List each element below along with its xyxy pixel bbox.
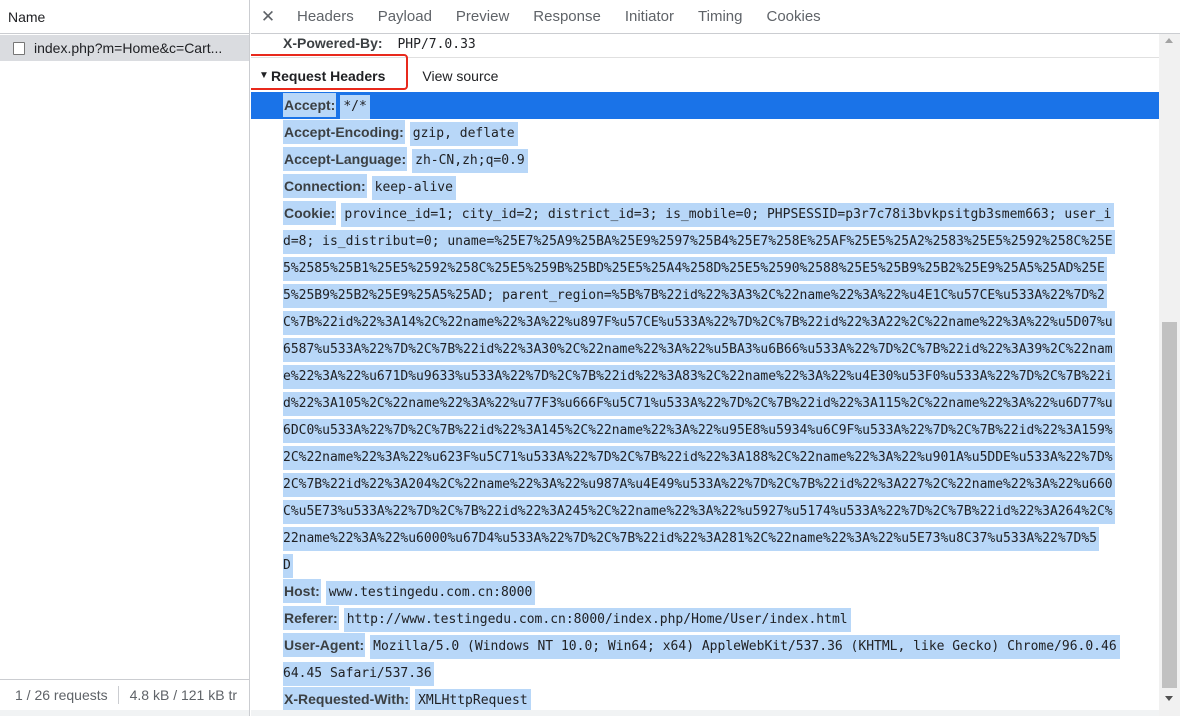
- header-value-continuation: 5%2585%25B1%25E5%2592%258C%25E5%259B%25B…: [283, 257, 1107, 281]
- headers-content: X-Powered-By: PHP/7.0.33 ▼ Request Heade…: [251, 34, 1159, 710]
- header-value: */*: [340, 95, 370, 119]
- header-name: Host:: [283, 579, 321, 603]
- header-name: Accept-Encoding:: [283, 120, 405, 144]
- header-value-continuation: 64.45 Safari/537.36: [283, 662, 434, 686]
- header-line: 6DC0%u533A%22%7D%2C%7B%22id%22%3A145%2C%…: [283, 416, 1159, 443]
- header-value: Mozilla/5.0 (Windows NT 10.0; Win64; x64…: [370, 635, 1120, 659]
- tab-headers[interactable]: Headers: [285, 0, 366, 34]
- header-name: X-Requested-With:: [283, 687, 411, 710]
- header-value-continuation: 6DC0%u533A%22%7D%2C%7B%22id%22%3A145%2C%…: [283, 419, 1115, 443]
- header-value-continuation: d%22%3A105%2C%22name%22%3A%22%u77F3%u666…: [283, 392, 1115, 416]
- header-value: zh-CN,zh;q=0.9: [412, 149, 528, 173]
- header-name: X-Powered-By:: [283, 35, 383, 51]
- details-tab-bar: ✕ Headers Payload Preview Response Initi…: [251, 0, 1180, 34]
- header-name: Cookie:: [283, 201, 337, 225]
- view-source-link[interactable]: View source: [422, 68, 498, 84]
- header-row[interactable]: Host: www.testingedu.com.cn:8000: [251, 578, 1159, 605]
- header-value-continuation: 6587%u533A%22%7D%2C%7B%22id%22%3A30%2C%2…: [283, 338, 1115, 362]
- header-line: Accept-Language: zh-CN,zh;q=0.9: [283, 146, 1159, 173]
- header-value-continuation: 5%25B9%25B2%25E9%25A5%25AD; parent_regio…: [283, 284, 1107, 308]
- header-line: Referer: http://www.testingedu.com.cn:800…: [283, 605, 1159, 632]
- tab-timing[interactable]: Timing: [686, 0, 754, 34]
- header-value-continuation: 22name%22%3A%22%u6000%u67D4%u533A%22%7D%…: [283, 527, 1099, 551]
- close-icon[interactable]: ✕: [251, 7, 285, 27]
- header-line: X-Requested-With: XMLHttpRequest: [283, 686, 1159, 710]
- header-line: 6587%u533A%22%7D%2C%7B%22id%22%3A30%2C%2…: [283, 335, 1159, 362]
- header-row[interactable]: Accept: */*: [251, 92, 1159, 119]
- request-name: index.php?m=Home&c=Cart...: [34, 40, 223, 56]
- header-line: D: [283, 551, 1159, 578]
- horizontal-scrollbar[interactable]: [251, 710, 1159, 716]
- header-value-continuation: C%7B%22id%22%3A14%2C%22name%22%3A%22%u89…: [283, 311, 1115, 335]
- name-column-header[interactable]: Name: [0, 0, 249, 34]
- request-list-panel: Name index.php?m=Home&c=Cart... 1 / 26 r…: [0, 0, 250, 716]
- header-line: 5%25B9%25B2%25E9%25A5%25AD; parent_regio…: [283, 281, 1159, 308]
- header-value-continuation: 2C%22name%22%3A%22%u623F%u5C71%u533A%22%…: [283, 446, 1115, 470]
- header-value: gzip, deflate: [409, 122, 518, 146]
- header-name: Connection:: [283, 174, 367, 198]
- header-value: http://www.testingedu.com.cn:8000/index.…: [343, 608, 851, 632]
- scroll-down-arrow-icon[interactable]: [1165, 696, 1173, 701]
- header-value: PHP/7.0.33: [397, 37, 476, 52]
- vertical-scrollbar[interactable]: [1159, 34, 1180, 716]
- scroll-up-arrow-icon[interactable]: [1165, 38, 1173, 43]
- header-row[interactable]: Accept-Language: zh-CN,zh;q=0.9: [251, 146, 1159, 173]
- header-line: Accept-Encoding: gzip, deflate: [283, 119, 1159, 146]
- status-bar: 1 / 26 requests 4.8 kB / 121 kB tr: [0, 679, 249, 710]
- header-name: Referer:: [283, 606, 339, 630]
- header-name: Accept-Language:: [283, 147, 408, 171]
- header-line: 22name%22%3A%22%u6000%u67D4%u533A%22%7D%…: [283, 524, 1159, 551]
- header-value: www.testingedu.com.cn:8000: [325, 581, 536, 605]
- annotation-highlight-box: [251, 54, 408, 90]
- header-line: 5%2585%25B1%25E5%2592%258C%25E5%259B%25B…: [283, 254, 1159, 281]
- header-value-continuation: d=8; is_distribut=0; uname=%25E7%25A9%25…: [283, 230, 1115, 254]
- header-value-continuation: e%22%3A%22%u671D%u9633%u533A%22%7D%2C%7B…: [283, 365, 1115, 389]
- scrollbar-thumb[interactable]: [1162, 322, 1177, 688]
- divider: [117, 686, 119, 704]
- checkbox-icon[interactable]: [13, 41, 25, 55]
- header-line: C%u5E73%u533A%22%7D%2C%7B%22id%22%3A245%…: [283, 497, 1159, 524]
- header-line: d%22%3A105%2C%22name%22%3A%22%u77F3%u666…: [283, 389, 1159, 416]
- header-line: Host: www.testingedu.com.cn:8000: [283, 578, 1159, 605]
- header-row[interactable]: User-Agent: Mozilla/5.0 (Windows NT 10.0;…: [251, 632, 1159, 686]
- header-row[interactable]: Cookie: province_id=1; city_id=2; distric…: [251, 200, 1159, 578]
- tab-initiator[interactable]: Initiator: [613, 0, 686, 34]
- tab-cookies[interactable]: Cookies: [754, 0, 832, 34]
- header-line: Cookie: province_id=1; city_id=2; distric…: [283, 200, 1159, 227]
- header-line: d=8; is_distribut=0; uname=%25E7%25A9%25…: [283, 227, 1159, 254]
- header-line: 2C%22name%22%3A%22%u623F%u5C71%u533A%22%…: [283, 443, 1159, 470]
- header-row[interactable]: Connection: keep-alive: [251, 173, 1159, 200]
- request-row[interactable]: index.php?m=Home&c=Cart...: [0, 35, 249, 61]
- header-line: User-Agent: Mozilla/5.0 (Windows NT 10.0;…: [283, 632, 1159, 659]
- tab-response[interactable]: Response: [521, 0, 613, 34]
- header-line: e%22%3A%22%u671D%u9633%u533A%22%7D%2C%7B…: [283, 362, 1159, 389]
- tab-payload[interactable]: Payload: [366, 0, 444, 34]
- header-line: Accept: */*: [283, 92, 1159, 119]
- header-line: Connection: keep-alive: [283, 173, 1159, 200]
- header-line: 2C%7B%22id%22%3A204%2C%22name%22%3A%22%u…: [283, 470, 1159, 497]
- header-value-continuation: D: [283, 554, 293, 578]
- request-count: 1 / 26 requests: [15, 687, 108, 703]
- header-value: keep-alive: [371, 176, 456, 200]
- header-line: C%7B%22id%22%3A14%2C%22name%22%3A%22%u89…: [283, 308, 1159, 335]
- transferred-size: 4.8 kB / 121 kB tr: [129, 687, 238, 703]
- header-value-continuation: 2C%7B%22id%22%3A204%2C%22name%22%3A%22%u…: [283, 473, 1115, 497]
- header-value: province_id=1; city_id=2; district_id=3;…: [341, 203, 1115, 227]
- tab-preview[interactable]: Preview: [444, 0, 521, 34]
- header-row[interactable]: X-Requested-With: XMLHttpRequest: [251, 686, 1159, 710]
- horizontal-scrollbar[interactable]: [0, 710, 249, 716]
- header-row[interactable]: Referer: http://www.testingedu.com.cn:800…: [251, 605, 1159, 632]
- request-headers-list: Accept: */* Accept-Encoding: gzip, deflate A…: [251, 92, 1159, 710]
- header-line: 64.45 Safari/537.36: [283, 659, 1159, 686]
- header-row[interactable]: Accept-Encoding: gzip, deflate: [251, 119, 1159, 146]
- request-details-panel: ✕ Headers Payload Preview Response Initi…: [251, 0, 1180, 716]
- header-name: Accept:: [283, 93, 337, 117]
- header-value-continuation: C%u5E73%u533A%22%7D%2C%7B%22id%22%3A245%…: [283, 500, 1115, 524]
- header-value: XMLHttpRequest: [415, 689, 531, 710]
- header-name: User-Agent:: [283, 633, 366, 657]
